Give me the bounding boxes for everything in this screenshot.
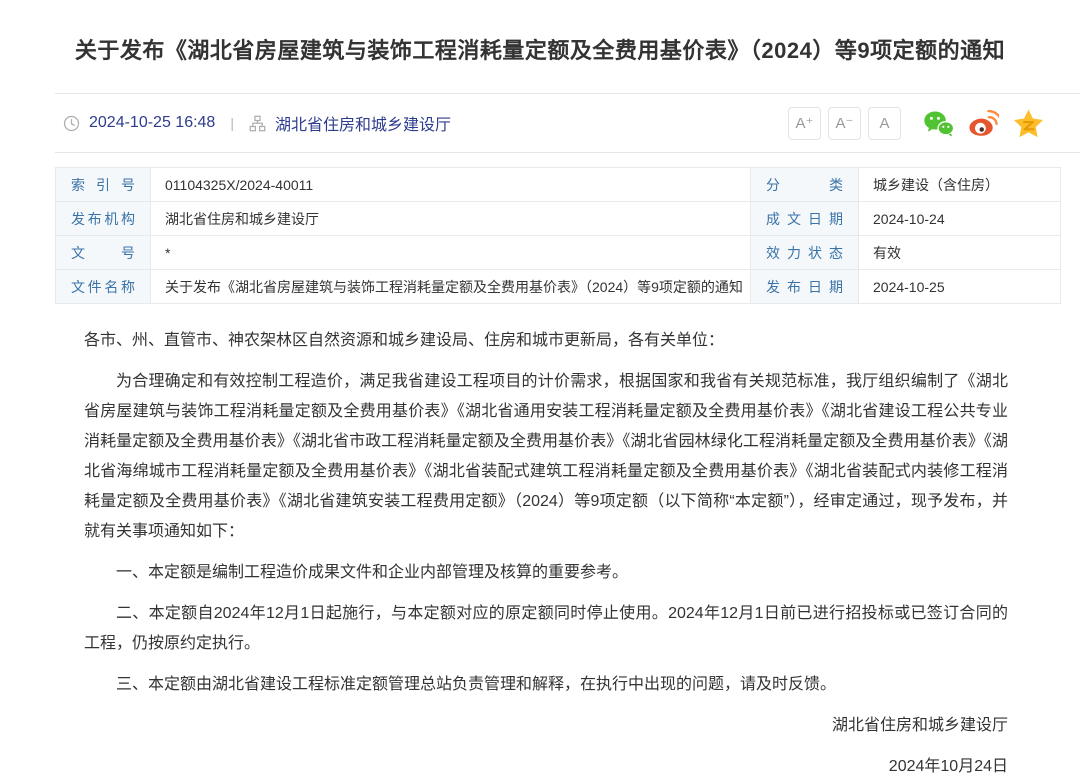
source-department-link[interactable]: 湖北省住房和城乡建设厅	[275, 111, 451, 135]
info-label-written-date: 成文日期	[751, 202, 859, 236]
publish-datetime: 2024-10-25 16:48	[89, 114, 215, 132]
page-title: 关于发布《湖北省房屋建筑与装饰工程消耗量定额及全费用基价表》（2024）等9项定…	[0, 0, 1080, 93]
info-value-issuing-agency: 湖北省住房和城乡建设厅	[151, 202, 751, 236]
item-2-paragraph: 二、本定额自2024年12月1日起施行，与本定额对应的原定额同时停止使用。202…	[84, 599, 1008, 659]
info-label-validity-status: 效力状态	[751, 236, 859, 270]
weibo-share-icon[interactable]	[968, 108, 999, 139]
meta-bar: 2024-10-25 16:48 | 湖北省住房和城乡建设厅 A⁺ A⁻ A	[0, 94, 1080, 152]
info-label-doc-title: 文件名称	[56, 270, 151, 304]
info-value-doc-number: *	[151, 236, 751, 270]
info-value-category: 城乡建设（含住房）	[859, 168, 1061, 202]
table-row: 索引号 01104325X/2024-40011 分类 城乡建设（含住房）	[56, 168, 1061, 202]
meta-divider	[55, 152, 1080, 153]
table-row: 发布机构 湖北省住房和城乡建设厅 成文日期 2024-10-24	[56, 202, 1061, 236]
organization-icon	[249, 115, 266, 132]
qzone-share-icon[interactable]	[1013, 108, 1044, 139]
meta-tools: A⁺ A⁻ A	[781, 107, 1044, 140]
clock-icon	[63, 115, 80, 132]
font-increase-button[interactable]: A⁺	[788, 107, 821, 140]
info-label-issuing-agency: 发布机构	[56, 202, 151, 236]
table-row: 文号 * 效力状态 有效	[56, 236, 1061, 270]
info-label-doc-number: 文号	[56, 236, 151, 270]
item-3-paragraph: 三、本定额由湖北省建设工程标准定额管理总站负责管理和解释，在执行中出现的问题，请…	[84, 670, 1008, 700]
info-value-index-number: 01104325X/2024-40011	[151, 168, 751, 202]
article-body: 各市、州、直管市、神农架林区自然资源和城乡建设局、住房和城市更新局，各有关单位：…	[84, 326, 1008, 782]
meta-left: 2024-10-25 16:48 | 湖北省住房和城乡建设厅	[63, 111, 451, 135]
info-value-doc-title: 关于发布《湖北省房屋建筑与装饰工程消耗量定额及全费用基价表》（2024）等9项定…	[151, 270, 751, 304]
table-row: 文件名称 关于发布《湖北省房屋建筑与装饰工程消耗量定额及全费用基价表》（2024…	[56, 270, 1061, 304]
item-1-paragraph: 一、本定额是编制工程造价成果文件和企业内部管理及核算的重要参考。	[84, 558, 1008, 588]
salutation-paragraph: 各市、州、直管市、神农架林区自然资源和城乡建设局、住房和城市更新局，各有关单位：	[84, 326, 1008, 356]
info-value-written-date: 2024-10-24	[859, 202, 1061, 236]
notice-page: 关于发布《湖北省房屋建筑与装饰工程消耗量定额及全费用基价表》（2024）等9项定…	[0, 0, 1080, 757]
info-value-validity-status: 有效	[859, 236, 1061, 270]
info-label-category: 分类	[751, 168, 859, 202]
intro-paragraph: 为合理确定和有效控制工程造价，满足我省建设工程项目的计价需求，根据国家和我省有关…	[84, 367, 1008, 547]
wechat-share-icon[interactable]	[923, 108, 954, 139]
info-label-publish-date: 发布日期	[751, 270, 859, 304]
meta-separator: |	[230, 115, 234, 131]
document-info-table: 索引号 01104325X/2024-40011 分类 城乡建设（含住房） 发布…	[55, 167, 1061, 304]
font-decrease-button[interactable]: A⁻	[828, 107, 861, 140]
info-label-index-number: 索引号	[56, 168, 151, 202]
signature-department: 湖北省住房和城乡建设厅	[84, 711, 1008, 741]
info-value-publish-date: 2024-10-25	[859, 270, 1061, 304]
font-reset-button[interactable]: A	[868, 107, 901, 140]
